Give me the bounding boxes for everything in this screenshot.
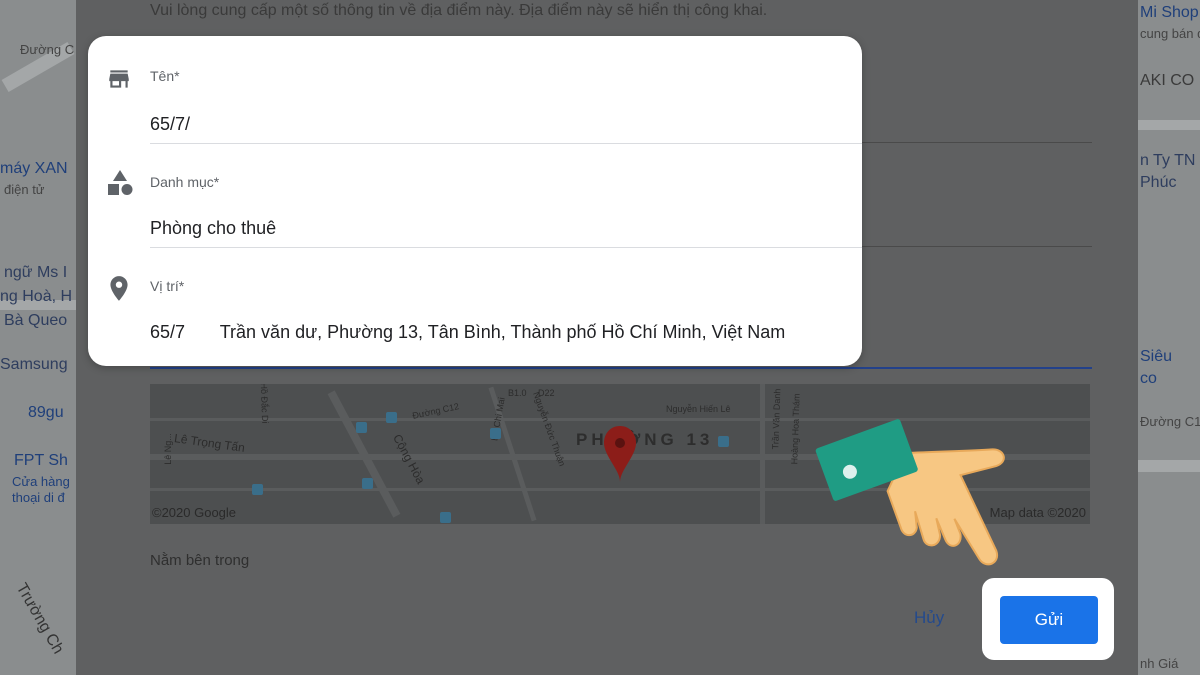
bg-map-label: Phúc (1140, 174, 1177, 191)
bg-map-label: AKI CO (1140, 72, 1195, 89)
bg-map-label: Đường C1 (1140, 414, 1200, 429)
map-poi-icon (386, 412, 397, 423)
bg-map-label: Trường Ch (12, 580, 67, 657)
inside-of-label: Nằm bên trong (150, 552, 250, 569)
bg-map-label: co (1140, 370, 1157, 387)
bg-map-label: ng Hoà, H (0, 288, 73, 305)
district-label: PHƯỜNG 13 (576, 430, 714, 449)
category-field-label: Danh mục* (150, 174, 220, 190)
street-label: Nguyễn Hiến Lê (666, 404, 731, 414)
street-label: Lê Trọng Tấn (173, 431, 246, 455)
location-pin-icon (110, 276, 128, 301)
bg-map-label: cung bán đồ (1140, 26, 1200, 41)
street-label: Trần Văn Danh (770, 388, 783, 450)
location-field[interactable]: Vị trí* 65/7 Trần văn dư, Phường 13, Tân… (88, 248, 862, 366)
map-poi-icon (356, 422, 367, 433)
category-field-value[interactable]: Phòng cho thuê (150, 218, 276, 239)
bg-map-label: Mi Shop (1140, 4, 1199, 21)
name-field-label: Tên* (150, 68, 180, 84)
location-marker-icon (604, 426, 636, 482)
dialog-hint: Vui lòng cung cấp một số thông tin về đị… (150, 2, 768, 19)
name-field[interactable]: Tên* 65/7/ (88, 36, 862, 144)
bg-map-label: FPT Sh (14, 452, 68, 469)
map-poi-icon (490, 428, 501, 439)
bg-map-label: 89gu (28, 404, 64, 421)
map-poi-icon (362, 478, 373, 489)
submit-button[interactable]: Gửi (1000, 596, 1098, 644)
bg-map-label: Đường C (20, 42, 75, 57)
bg-map-label: điện tử (4, 182, 45, 197)
street-label: D22 (538, 388, 555, 398)
name-field-value[interactable]: 65/7/ (150, 114, 190, 135)
location-field-underline (150, 367, 1092, 369)
map-poi-icon (252, 484, 263, 495)
category-shapes-icon (108, 170, 133, 195)
street-label: Hồ Đắc Di (258, 384, 271, 424)
location-field-value[interactable]: 65/7 Trần văn dư, Phường 13, Tân Bình, T… (150, 322, 785, 343)
street-label: B1.0 (508, 388, 527, 398)
cancel-button[interactable]: Hủy (914, 608, 944, 628)
bg-map-label: Samsung (0, 356, 68, 373)
map-poi-icon (440, 512, 451, 523)
place-info-card: Tên* 65/7/ Danh mục* Phòng cho thuê Vị t… (88, 36, 862, 366)
location-field-label: Vị trí* (150, 278, 185, 294)
storefront-icon (109, 70, 129, 88)
bg-map-label: n Ty TN (1140, 152, 1196, 169)
bg-map-label: máy XAN (0, 160, 68, 177)
bg-map-label: Siêu (1140, 348, 1173, 365)
bg-map-label: Bà Queo (4, 312, 68, 329)
bg-map-label: thoại di đ (12, 490, 65, 505)
bg-map-label: Cửa hàng (12, 474, 70, 489)
bg-map-label: ngữ Ms I (4, 264, 68, 281)
map-poi-icon (718, 436, 729, 447)
pointing-hand-icon (815, 419, 1005, 566)
map-copyright: ©2020 Google (152, 505, 237, 520)
street-label: Lê Ng... (162, 433, 173, 465)
category-field[interactable]: Danh mục* Phòng cho thuê (88, 144, 862, 248)
bg-map-label: nh Giá (1140, 656, 1179, 671)
